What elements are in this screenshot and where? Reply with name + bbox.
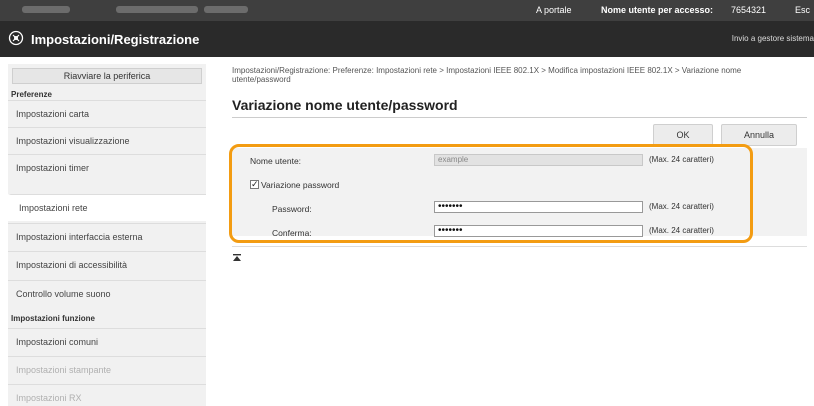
- page-title: Variazione nome utente/password: [232, 97, 458, 113]
- restart-device-button[interactable]: Riavviare la periferica: [12, 68, 202, 84]
- user-id: 7654321: [731, 5, 767, 15]
- blurred-text: [204, 6, 248, 13]
- breadcrumb[interactable]: Impostazioni/Registrazione: Preferenze: …: [232, 66, 797, 84]
- user-label: Nome utente per accesso:: [601, 5, 714, 15]
- sidebar-item-common[interactable]: Impostazioni comuni: [8, 328, 206, 355]
- sidebar: Riavviare la periferica Preferenze Impos…: [8, 64, 206, 406]
- back-to-top-icon[interactable]: [232, 253, 242, 263]
- title-divider: [232, 117, 807, 118]
- sidebar-item-printer[interactable]: Impostazioni stampante: [8, 356, 206, 383]
- settings-logo-icon: [8, 30, 24, 46]
- header-bar: Impostazioni/Registrazione Invio a gesto…: [0, 21, 814, 57]
- cancel-button[interactable]: Annulla: [721, 124, 797, 146]
- portal-link[interactable]: A portale: [536, 5, 572, 15]
- sidebar-item-accessibility[interactable]: Impostazioni di accessibilità: [8, 251, 206, 278]
- header-title: Impostazioni/Registrazione: [31, 32, 200, 47]
- blurred-text: [116, 6, 198, 13]
- highlight-outline: [229, 144, 753, 243]
- sidebar-item-paper[interactable]: Impostazioni carta: [8, 100, 206, 127]
- section-functions: Impostazioni funzione: [11, 314, 95, 323]
- sidebar-item-volume[interactable]: Controllo volume suono: [8, 280, 206, 307]
- ok-button[interactable]: OK: [653, 124, 713, 146]
- logout-link[interactable]: Esc: [795, 5, 810, 15]
- sidebar-item-timer[interactable]: Impostazioni timer: [8, 154, 206, 181]
- top-bar: A portale Nome utente per accesso: 76543…: [0, 0, 814, 21]
- mail-admin-link[interactable]: Invio a gestore sistema: [732, 34, 814, 43]
- sidebar-item-network[interactable]: Impostazioni rete: [8, 194, 206, 221]
- blurred-text: [22, 6, 70, 13]
- section-preferences: Preferenze: [11, 90, 52, 99]
- sidebar-item-display[interactable]: Impostazioni visualizzazione: [8, 127, 206, 154]
- sidebar-item-rx[interactable]: Impostazioni RX: [8, 384, 206, 406]
- sidebar-item-external-interface[interactable]: Impostazioni interfaccia esterna: [8, 223, 206, 250]
- bottom-divider: [232, 246, 807, 247]
